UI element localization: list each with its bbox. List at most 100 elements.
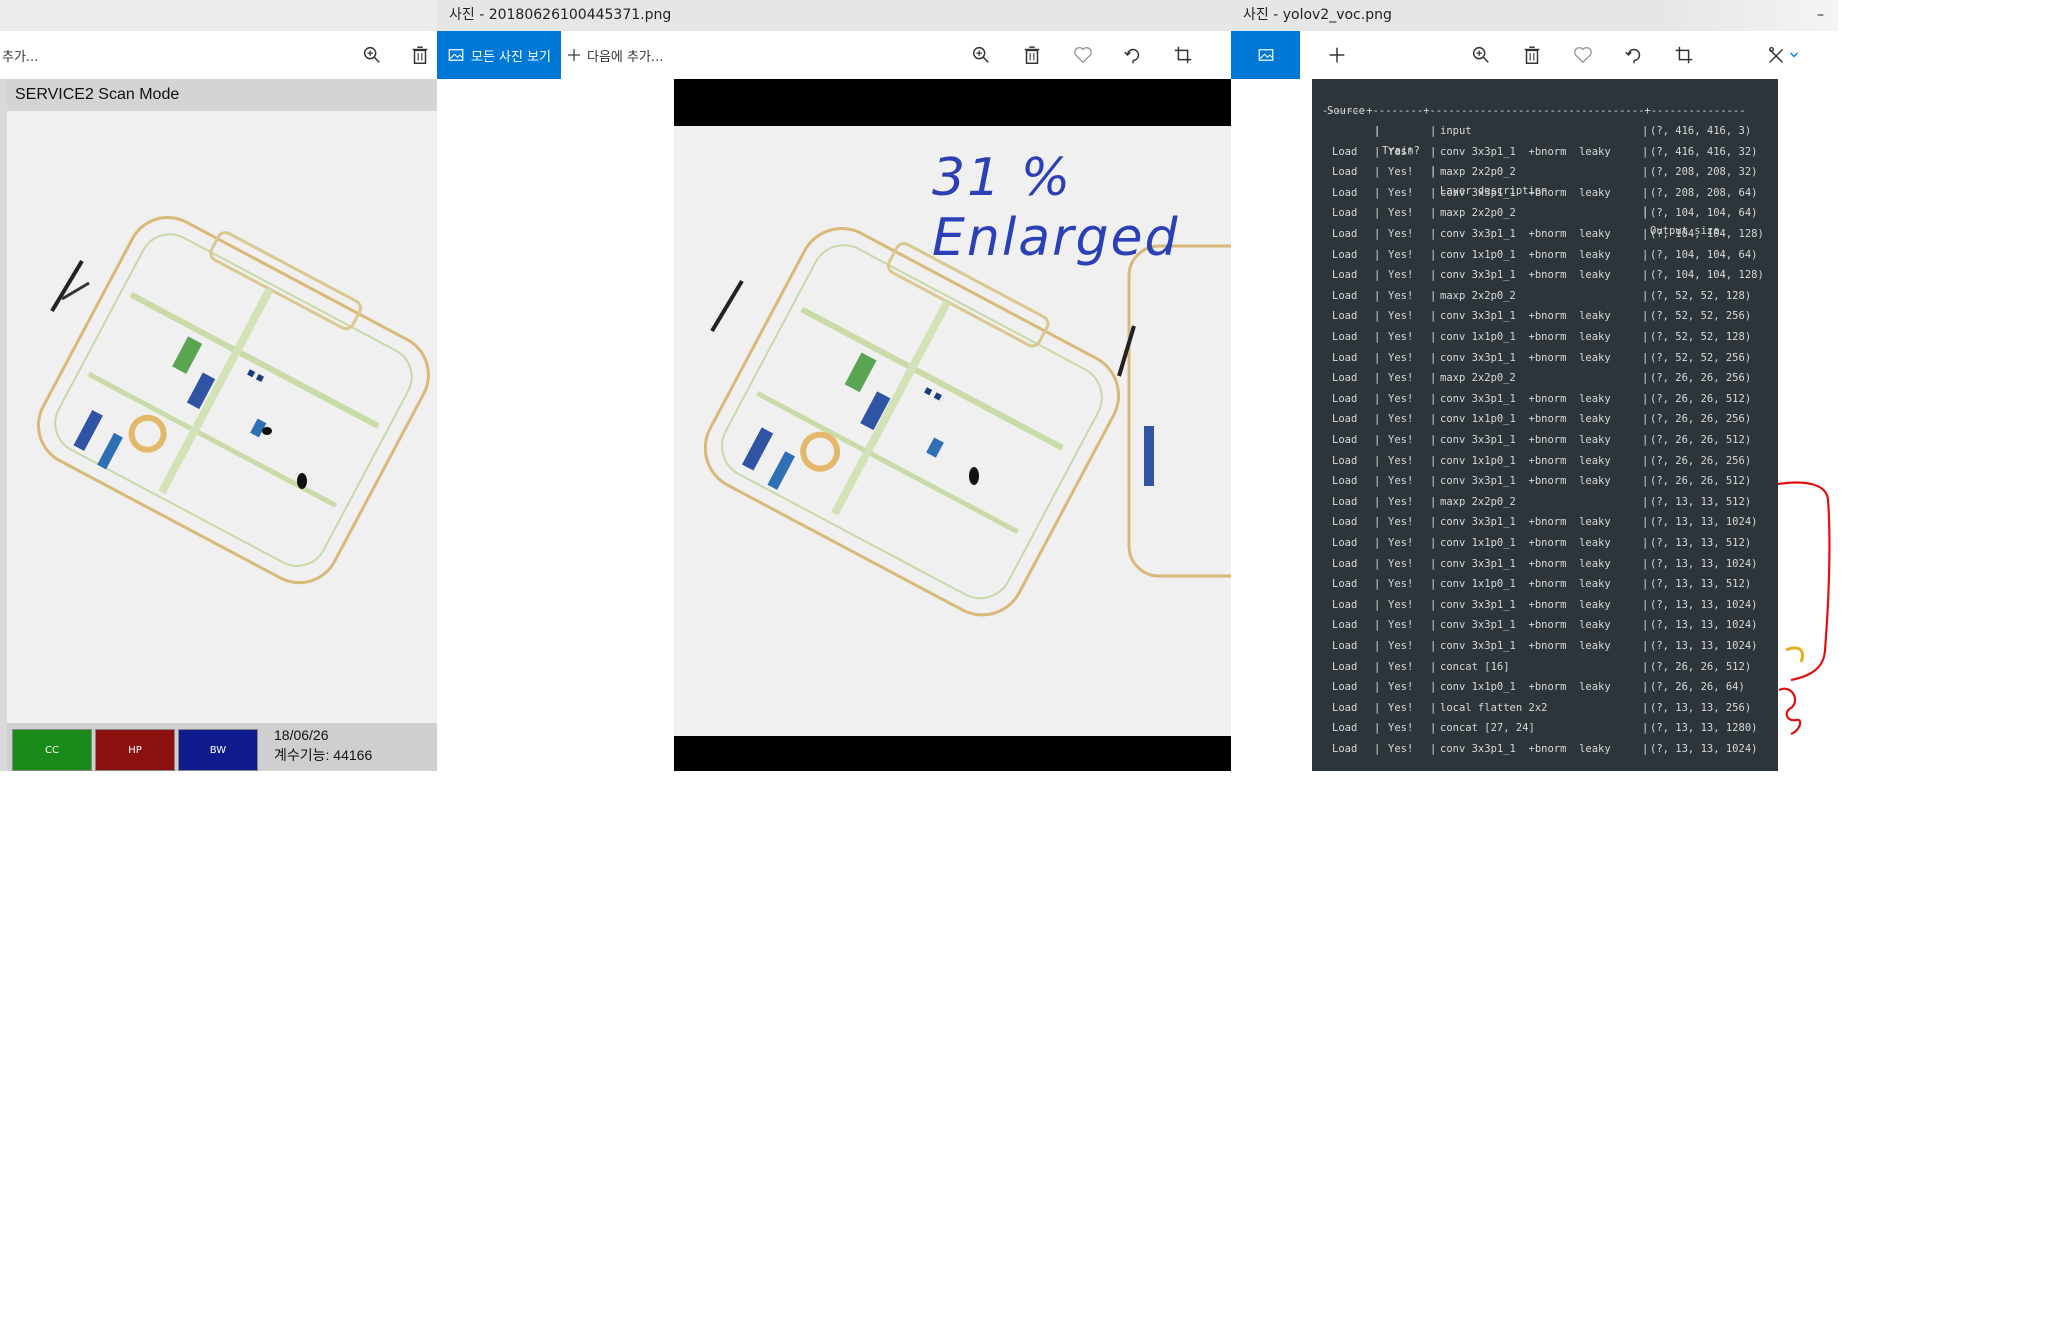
table-cell: conv 3x3p1_1 +bnorm leaky	[1440, 351, 1611, 364]
table-cell: (?, 26, 26, 512)	[1650, 434, 1752, 446]
zoom-button[interactable]	[352, 31, 392, 79]
column-divider: |	[1430, 125, 1437, 137]
column-divider: |	[1374, 392, 1381, 405]
title-bar	[0, 0, 437, 31]
table-cell: (?, 104, 104, 128)	[1650, 269, 1764, 282]
column-divider: |	[1642, 125, 1649, 137]
column-divider: |	[1430, 743, 1437, 755]
crop-button[interactable]	[1664, 31, 1704, 79]
table-cell: Load	[1332, 495, 1358, 508]
table-cell: Yes!	[1388, 207, 1414, 220]
column-divider: |	[1374, 166, 1381, 179]
zoom-button[interactable]	[1461, 31, 1501, 79]
favorite-button[interactable]	[1063, 31, 1103, 79]
table-cell: maxp 2x2p0_2	[1440, 289, 1516, 302]
add-to-label: 다음에 추가...	[587, 49, 664, 65]
column-divider: |	[1374, 598, 1381, 611]
plus-icon	[568, 49, 580, 61]
table-cell: conv 1x1p0_1 +bnorm leaky	[1440, 578, 1611, 591]
trash-icon	[1524, 46, 1540, 64]
table-cell: Load	[1332, 640, 1358, 652]
rotate-button[interactable]	[1614, 31, 1654, 79]
table-cell: (?, 13, 13, 1024)	[1650, 516, 1758, 529]
rotate-icon	[1625, 48, 1641, 64]
zoom-button[interactable]	[961, 31, 1001, 79]
favorite-button[interactable]	[1563, 31, 1603, 79]
trash-icon	[1024, 46, 1040, 64]
column-divider: |	[1642, 681, 1649, 694]
table-cell: (?, 26, 26, 256)	[1650, 413, 1752, 426]
view-all-photos-button[interactable]: 모든 사진 보기	[437, 31, 561, 79]
table-cell: Load	[1332, 537, 1358, 549]
column-divider: |	[1642, 248, 1649, 261]
mode-button-label: HP	[128, 744, 142, 756]
mode-button-cc[interactable]: CC	[12, 729, 92, 771]
column-divider: |	[1642, 722, 1649, 735]
column-divider: |	[1374, 248, 1381, 261]
delete-button[interactable]	[402, 31, 437, 79]
table-cell: conv 1x1p0_1 +bnorm leaky	[1440, 248, 1611, 261]
view-all-photos-button[interactable]	[1231, 31, 1300, 79]
table-cell: Yes!	[1388, 495, 1414, 508]
rotate-button[interactable]	[1113, 31, 1153, 79]
table-cell: conv 3x3p1_1 +bnorm leaky	[1440, 475, 1611, 488]
table-cell: Yes!	[1388, 557, 1414, 570]
table-cell: (?, 13, 13, 1024)	[1650, 743, 1758, 755]
table-cell: (?, 416, 416, 3)	[1650, 125, 1752, 137]
table-cell: (?, 13, 13, 1024)	[1650, 557, 1758, 570]
xray-bag-illustration	[36, 216, 430, 585]
table-cell: (?, 416, 416, 32)	[1650, 145, 1758, 158]
trash-icon	[412, 46, 428, 64]
column-divider: |	[1642, 413, 1649, 426]
scan-date: 18/06/26	[274, 727, 329, 743]
view-all-photos-label: 모든 사진 보기	[470, 49, 552, 65]
table-cell: Yes!	[1388, 310, 1414, 323]
scan-viewer: SERVICE2 Scan Mode CC HP BW 18/06/26 계수기…	[0, 79, 437, 771]
column-divider: |	[1430, 248, 1437, 261]
column-divider: |	[1374, 228, 1381, 240]
delete-button[interactable]	[1512, 31, 1552, 79]
column-divider: |	[1642, 269, 1649, 282]
column-divider: |	[1642, 660, 1649, 673]
column-divider: |	[1430, 598, 1437, 611]
plus-icon	[1329, 47, 1345, 63]
add-to-button[interactable]	[1317, 31, 1357, 79]
table-cell: conv 3x3p1_1 +bnorm leaky	[1440, 743, 1611, 755]
table-cell: conv 3x3p1_1 +bnorm leaky	[1440, 228, 1611, 240]
enlarged-annotation: 31 % Enlarged	[932, 148, 1180, 268]
column-divider: |	[1374, 269, 1381, 282]
table-cell: Yes!	[1388, 681, 1414, 694]
table-cell: (?, 52, 52, 128)	[1650, 289, 1752, 302]
crop-icon	[1675, 46, 1693, 64]
table-cell: (?, 13, 13, 512)	[1650, 578, 1752, 591]
minimize-button[interactable]: –	[1817, 0, 1824, 31]
mode-button-bw[interactable]: BW	[178, 729, 258, 771]
add-to-button[interactable]: 다음에 추가...	[565, 31, 675, 79]
delete-button[interactable]	[1012, 31, 1052, 79]
table-cell: conv 3x3p1_1 +bnorm leaky	[1440, 598, 1611, 611]
scan-app-window: 추가... SERVICE2 Scan Mode CC HP BW 18/06/…	[0, 0, 437, 771]
column-divider: |	[1642, 619, 1649, 632]
table-cell: Load	[1332, 310, 1358, 323]
add-to-button[interactable]: 추가...	[0, 31, 62, 79]
edit-create-button[interactable]	[1755, 31, 1811, 79]
table-cell: Yes!	[1388, 351, 1414, 364]
table-cell: Yes!	[1388, 722, 1414, 735]
column-divider: |	[1642, 495, 1649, 508]
table-cell: conv 1x1p0_1 +bnorm leaky	[1440, 681, 1611, 694]
crop-button[interactable]	[1163, 31, 1203, 79]
column-divider: |	[1642, 557, 1649, 570]
table-cell: conv 3x3p1_1 +bnorm leaky	[1440, 145, 1611, 158]
heart-icon	[1574, 47, 1592, 64]
table-cell: Load	[1332, 701, 1358, 714]
toolbar	[1231, 31, 1838, 79]
yolo-layer-table: Source | Train? | Layer description | Ou…	[1312, 79, 1778, 771]
table-cell: local flatten 2x2	[1440, 701, 1548, 714]
mode-button-hp[interactable]: HP	[95, 729, 175, 771]
table-cell: Load	[1332, 434, 1358, 446]
table-cell: Yes!	[1388, 145, 1414, 158]
column-divider: |	[1430, 640, 1437, 652]
column-divider: |	[1374, 660, 1381, 673]
table-cell: Yes!	[1388, 331, 1414, 343]
column-divider: |	[1374, 145, 1381, 158]
